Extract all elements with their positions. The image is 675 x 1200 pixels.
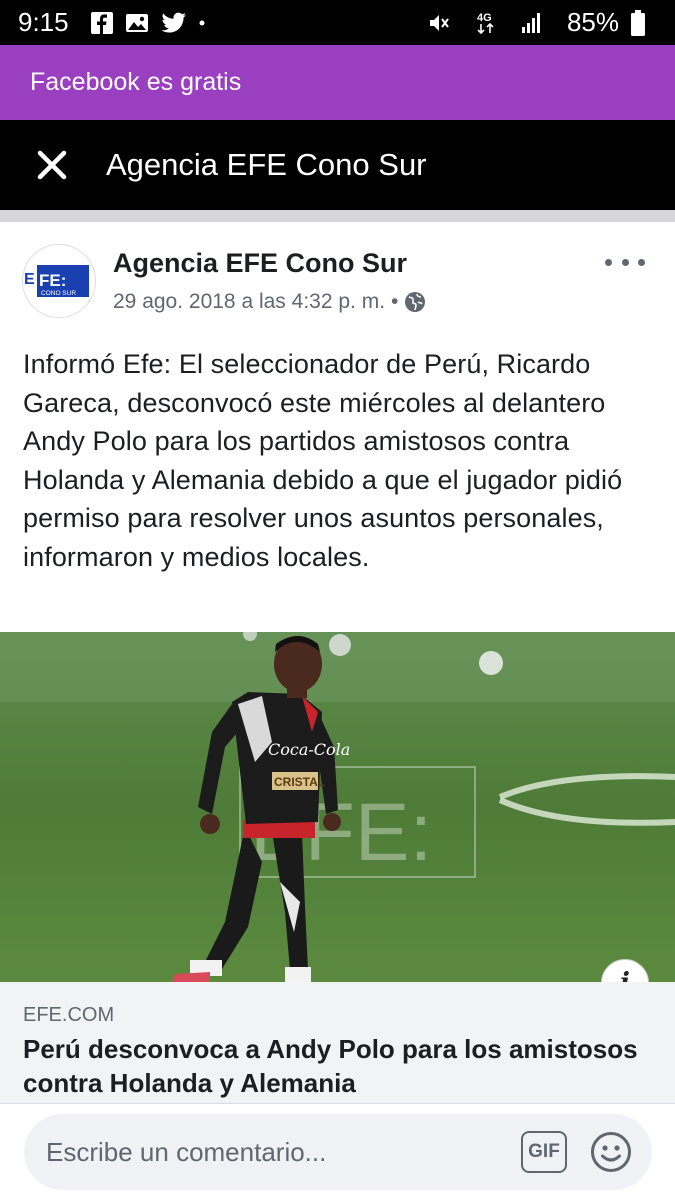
globe-icon	[405, 292, 426, 312]
more-dot	[621, 258, 629, 266]
mute-icon	[427, 11, 451, 35]
close-button[interactable]	[22, 135, 82, 195]
facebook-icon	[90, 11, 113, 34]
link-title: Perú desconvoca a Andy Polo para los ami…	[23, 1034, 638, 1098]
svg-text:FE:: FE:	[39, 271, 66, 290]
svg-text:CRISTAL: CRISTAL	[274, 775, 325, 789]
4g-icon: 4G	[475, 10, 497, 36]
header-separator	[0, 210, 675, 222]
post-photo[interactable]: EFE: Coca-Cola CRISTAL	[0, 632, 675, 982]
post-text: Informó Efe: El seleccionador de Perú, R…	[23, 349, 623, 572]
gif-label: GIF	[528, 1141, 560, 1162]
battery-percent: 85%	[566, 7, 619, 37]
comment-composer: Escribe un comentario... GIF	[0, 1104, 675, 1200]
post-meta: 29 ago. 2018 a las 4:32 p. m. •	[113, 290, 426, 314]
svg-text:Coca-Cola: Coca-Cola	[268, 740, 350, 759]
meta-separator: •	[391, 290, 399, 313]
network-label: 4G	[477, 12, 492, 24]
more-dot	[638, 258, 645, 266]
more-options-button[interactable]	[605, 250, 645, 274]
signal-icon	[521, 12, 543, 34]
close-icon	[37, 150, 67, 180]
status-bar: 9:15 4G 85%	[0, 0, 675, 45]
player-photo: EFE: Coca-Cola CRISTAL	[0, 632, 675, 982]
promo-banner[interactable]: Facebook es gratis	[0, 45, 675, 120]
title-bar: Agencia EFE Cono Sur	[0, 120, 675, 210]
battery-icon	[631, 9, 645, 36]
page-name[interactable]: Agencia EFE Cono Sur	[113, 248, 407, 279]
twitter-icon	[161, 12, 187, 34]
image-icon	[125, 13, 149, 33]
more-dot	[605, 258, 612, 266]
link-domain: EFE.COM	[23, 1004, 115, 1026]
promo-text: Facebook es gratis	[30, 68, 242, 96]
dot-icon	[199, 20, 205, 26]
emoji-button[interactable]	[590, 1131, 632, 1173]
page-title: Agencia EFE Cono Sur	[106, 147, 427, 182]
efe-logo-icon: E FE: CONO SUR	[23, 245, 95, 317]
smiley-icon	[591, 1132, 631, 1172]
status-right-cluster: 4G 85%	[427, 7, 657, 38]
gif-button[interactable]: GIF	[521, 1131, 567, 1173]
post-header: E FE: CONO SUR Agencia EFE Cono Sur 29 a…	[0, 222, 675, 332]
svg-text:E: E	[24, 271, 35, 288]
post-timestamp[interactable]: 29 ago. 2018 a las 4:32 p. m.	[113, 290, 385, 314]
avatar[interactable]: E FE: CONO SUR	[22, 244, 96, 318]
svg-text:CONO SUR: CONO SUR	[41, 290, 76, 297]
comment-placeholder: Escribe un comentario...	[46, 1136, 327, 1167]
link-preview[interactable]: EFE.COM Perú desconvoca a Andy Polo para…	[0, 982, 675, 1104]
status-time: 9:15	[18, 7, 69, 37]
